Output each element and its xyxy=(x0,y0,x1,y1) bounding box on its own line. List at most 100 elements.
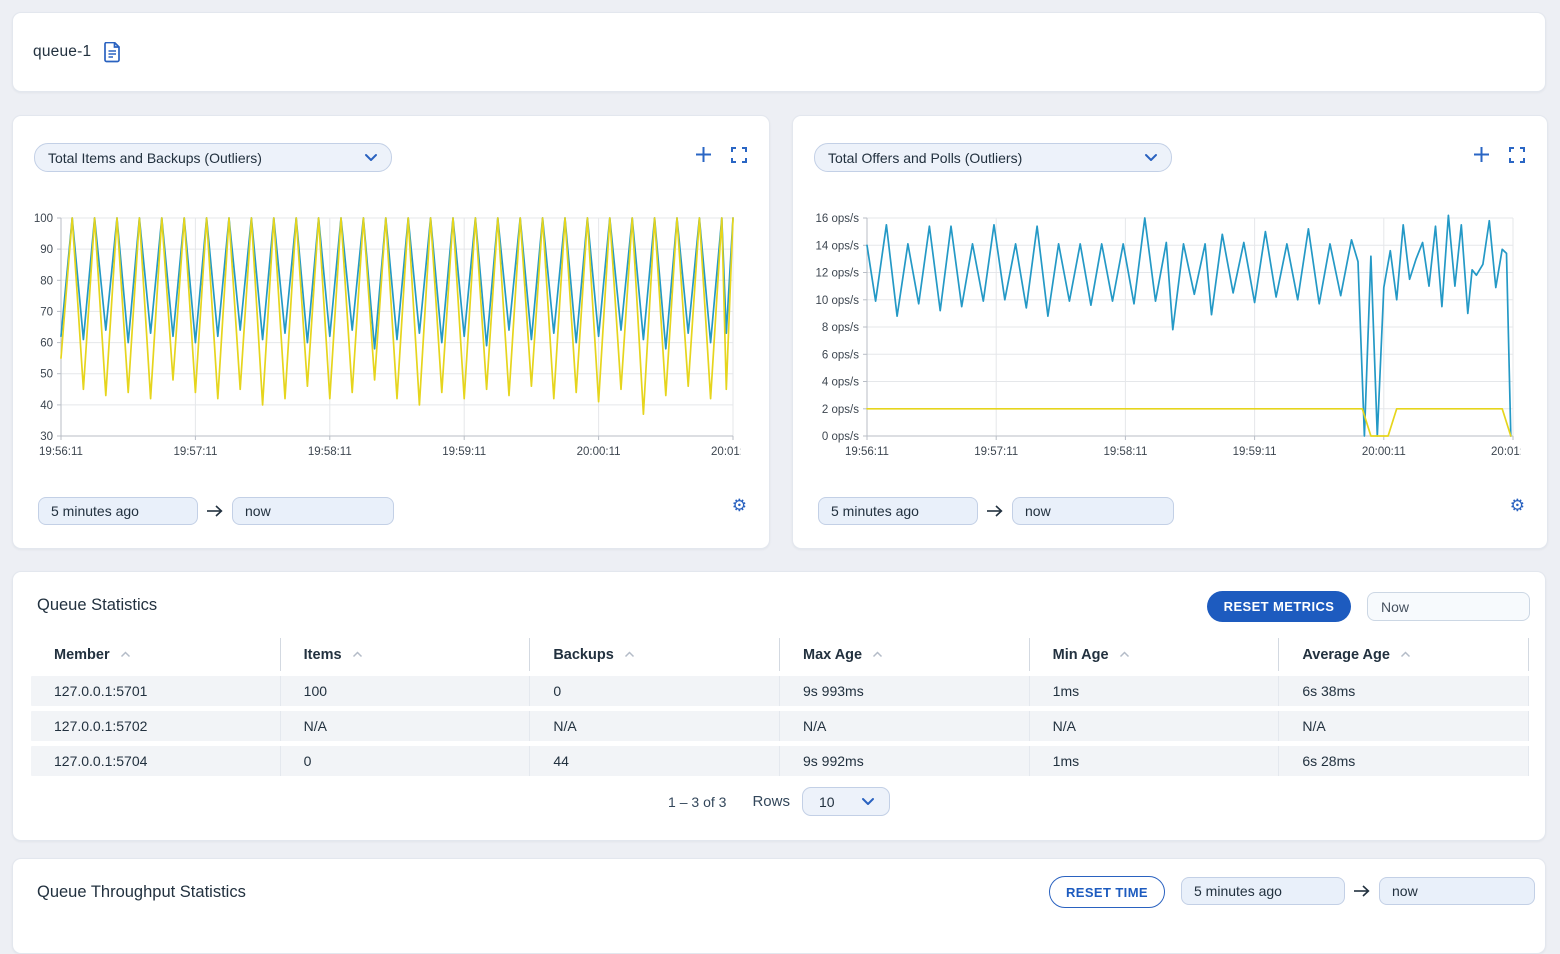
chevron-down-icon xyxy=(1144,153,1158,162)
table-cell: N/A xyxy=(530,711,780,741)
table-cell: 127.0.0.1:5702 xyxy=(31,711,281,741)
table-cell: 0 xyxy=(281,746,531,776)
arrow-right-icon xyxy=(1353,885,1371,897)
svg-text:6 ops/s: 6 ops/s xyxy=(822,349,859,361)
svg-text:19:59:11: 19:59:11 xyxy=(442,446,486,458)
queue-header-card: queue-1 xyxy=(12,12,1546,92)
add-chart-icon[interactable] xyxy=(1473,146,1490,163)
arrow-right-icon xyxy=(206,505,224,517)
table-row: 127.0.0.1:57040449s 992ms1ms6s 28ms xyxy=(31,746,1529,776)
document-icon[interactable] xyxy=(103,42,122,63)
svg-text:100: 100 xyxy=(34,213,53,225)
svg-text:4 ops/s: 4 ops/s xyxy=(822,377,859,389)
table-cell: 6s 38ms xyxy=(1279,676,1529,706)
svg-text:60: 60 xyxy=(40,338,53,350)
offers-polls-chart-card: Total Offers and Polls (Outliers) 0 ops/… xyxy=(792,115,1548,549)
svg-text:20:00:11: 20:00:11 xyxy=(577,446,621,458)
items-backups-chart[interactable]: 3040506070809010019:56:1119:57:1119:58:1… xyxy=(25,208,741,466)
svg-text:19:58:11: 19:58:11 xyxy=(1103,446,1147,458)
sort-chevron-up-icon xyxy=(1400,651,1411,658)
time-from-input[interactable]: 5 minutes ago xyxy=(818,497,978,525)
table-cell: 6s 28ms xyxy=(1279,746,1529,776)
svg-text:90: 90 xyxy=(40,244,53,256)
add-chart-icon[interactable] xyxy=(695,146,712,163)
rows-per-page-label: Rows xyxy=(752,793,790,810)
column-header-min-age[interactable]: Min Age xyxy=(1030,638,1280,671)
time-from-input[interactable]: 5 minutes ago xyxy=(1181,877,1345,905)
fullscreen-icon[interactable] xyxy=(731,147,747,163)
svg-text:19:57:11: 19:57:11 xyxy=(173,446,217,458)
column-header-items[interactable]: Items xyxy=(281,638,531,671)
svg-text:0 ops/s: 0 ops/s xyxy=(822,431,859,443)
pagination: 1 – 3 of 3 Rows 10 xyxy=(13,787,1545,816)
metric-select-value: Total Offers and Polls (Outliers) xyxy=(828,150,1022,166)
svg-text:20:01:11: 20:01:11 xyxy=(711,446,741,458)
svg-text:20:00:11: 20:00:11 xyxy=(1362,446,1406,458)
svg-text:30: 30 xyxy=(40,431,53,443)
queue-throughput-card: Queue Throughput Statistics RESET TIME 5… xyxy=(12,858,1546,954)
table-cell: 1ms xyxy=(1030,746,1280,776)
svg-text:19:56:11: 19:56:11 xyxy=(845,446,889,458)
table-cell: N/A xyxy=(281,711,531,741)
table-cell: 44 xyxy=(530,746,780,776)
table-cell: 0 xyxy=(530,676,780,706)
chart-settings-gear-icon[interactable]: ⚙ xyxy=(732,498,747,515)
section-title: Queue Throughput Statistics xyxy=(37,883,246,902)
table-cell: 1ms xyxy=(1030,676,1280,706)
page-title: queue-1 xyxy=(33,43,91,61)
table-cell: N/A xyxy=(1030,711,1280,741)
column-header-max-age[interactable]: Max Age xyxy=(780,638,1030,671)
table-cell: N/A xyxy=(1279,711,1529,741)
time-to-input[interactable]: now xyxy=(1012,497,1174,525)
rows-per-page-select[interactable]: 10 xyxy=(802,787,890,816)
arrow-right-icon xyxy=(986,505,1004,517)
section-title: Queue Statistics xyxy=(37,596,157,615)
table-cell: 9s 992ms xyxy=(780,746,1030,776)
table-cell: 127.0.0.1:5701 xyxy=(31,676,281,706)
sort-chevron-up-icon xyxy=(352,651,363,658)
svg-text:19:56:11: 19:56:11 xyxy=(39,446,83,458)
svg-text:19:57:11: 19:57:11 xyxy=(974,446,1018,458)
reset-time-button[interactable]: RESET TIME xyxy=(1049,876,1165,908)
svg-text:50: 50 xyxy=(40,369,53,381)
metric-select-value: Total Items and Backups (Outliers) xyxy=(48,150,262,166)
reset-metrics-button[interactable]: RESET METRICS xyxy=(1207,591,1351,622)
svg-text:40: 40 xyxy=(40,400,53,412)
table-header-row: MemberItemsBackupsMax AgeMin AgeAverage … xyxy=(31,638,1529,671)
table-row: 127.0.0.1:570110009s 993ms1ms6s 38ms xyxy=(31,676,1529,706)
table-body: 127.0.0.1:570110009s 993ms1ms6s 38ms127.… xyxy=(31,676,1529,776)
sort-chevron-up-icon xyxy=(1119,651,1130,658)
items-backups-chart-card: Total Items and Backups (Outliers) 30 40 5… xyxy=(12,115,770,549)
table-cell: 9s 993ms xyxy=(780,676,1030,706)
svg-text:16 ops/s: 16 ops/s xyxy=(816,213,860,225)
column-header-backups[interactable]: Backups xyxy=(530,638,780,671)
metric-select[interactable]: Total Offers and Polls (Outliers) xyxy=(814,143,1172,172)
svg-text:20:01:11: 20:01:11 xyxy=(1491,446,1521,458)
column-header-member[interactable]: Member xyxy=(31,638,281,671)
svg-text:2 ops/s: 2 ops/s xyxy=(822,404,859,416)
svg-text:70: 70 xyxy=(40,306,53,318)
svg-text:19:59:11: 19:59:11 xyxy=(1233,446,1277,458)
svg-text:8 ops/s: 8 ops/s xyxy=(822,322,859,334)
sort-chevron-up-icon xyxy=(872,651,883,658)
svg-text:12 ops/s: 12 ops/s xyxy=(816,268,860,280)
column-header-average-age[interactable]: Average Age xyxy=(1279,638,1529,671)
metric-select[interactable]: Total Items and Backups (Outliers) xyxy=(34,143,392,172)
metrics-time-input[interactable]: Now xyxy=(1367,592,1530,621)
chevron-down-icon xyxy=(364,153,378,162)
chevron-down-icon xyxy=(861,797,875,806)
time-to-input[interactable]: now xyxy=(232,497,394,525)
offers-polls-chart[interactable]: 0 ops/s2 ops/s4 ops/s6 ops/s8 ops/s10 op… xyxy=(805,208,1521,466)
table-cell: 100 xyxy=(281,676,531,706)
sort-chevron-up-icon xyxy=(624,651,635,658)
sort-chevron-up-icon xyxy=(120,651,131,658)
table-cell: 127.0.0.1:5704 xyxy=(31,746,281,776)
pagination-range: 1 – 3 of 3 xyxy=(668,794,726,810)
time-from-input[interactable]: 5 minutes ago xyxy=(38,497,198,525)
chart-settings-gear-icon[interactable]: ⚙ xyxy=(1510,498,1525,515)
fullscreen-icon[interactable] xyxy=(1509,147,1525,163)
table-cell: N/A xyxy=(780,711,1030,741)
svg-text:80: 80 xyxy=(40,275,53,287)
time-to-input[interactable]: now xyxy=(1379,877,1535,905)
queue-statistics-table: MemberItemsBackupsMax AgeMin AgeAverage … xyxy=(31,638,1529,776)
